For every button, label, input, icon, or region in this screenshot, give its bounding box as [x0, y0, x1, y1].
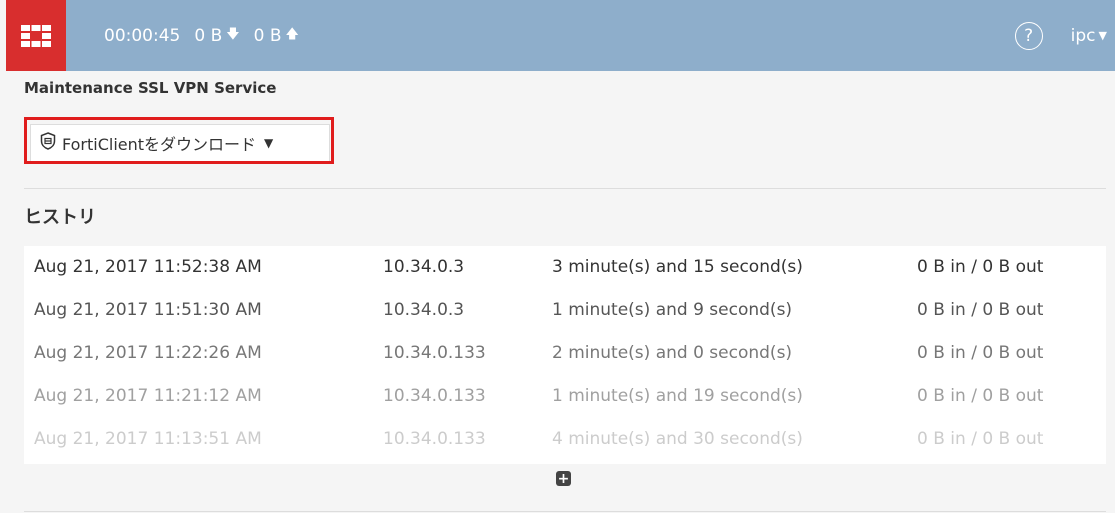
- chevron-down-icon: ▼: [1098, 29, 1107, 42]
- history-ip: 10.34.0.133: [383, 429, 486, 449]
- arrow-down-icon: 🡇: [226, 26, 240, 42]
- history-date: Aug 21, 2017 11:52:38 AM: [34, 257, 262, 277]
- history-traffic: 0 B in / 0 B out: [917, 257, 1044, 277]
- download-label: FortiClientをダウンロード: [62, 135, 257, 154]
- divider: [24, 188, 1106, 189]
- history-date: Aug 21, 2017 11:21:12 AM: [34, 386, 262, 406]
- caret-down-icon: ▼: [264, 136, 274, 150]
- history-traffic: 0 B in / 0 B out: [917, 343, 1044, 363]
- history-row: Aug 21, 2017 11:13:51 AM 10.34.0.133 4 min…: [24, 418, 1106, 461]
- history-duration: 1 minute(s) and 19 second(s): [552, 386, 803, 406]
- shield-icon: [40, 132, 56, 154]
- divider: [24, 511, 1106, 512]
- forticlient-download-button[interactable]: FortiClientをダウンロード ▼: [30, 124, 330, 162]
- history-row: Aug 21, 2017 11:22:26 AM 10.34.0.133 2 min…: [24, 332, 1106, 375]
- history-row: Aug 21, 2017 11:21:12 AM 10.34.0.133 1 min…: [24, 375, 1106, 418]
- history-ip: 10.34.0.3: [383, 257, 465, 277]
- fortinet-logo-icon[interactable]: [6, 0, 66, 71]
- history-title: ヒストリ: [24, 207, 96, 228]
- history-ip: 10.34.0.133: [383, 343, 486, 363]
- arrow-up-icon: 🡅: [285, 26, 299, 42]
- bytes-down-value: 0 B: [194, 25, 223, 46]
- user-name: ipc: [1070, 25, 1096, 46]
- help-icon[interactable]: ?: [1014, 21, 1043, 50]
- user-menu[interactable]: ipc ▼: [1071, 26, 1107, 46]
- history-row: Aug 21, 2017 11:52:38 AM 10.34.0.3 3 minut…: [24, 246, 1106, 289]
- history-duration: 1 minute(s) and 9 second(s): [552, 300, 793, 320]
- expand-plus-icon[interactable]: +: [556, 471, 571, 486]
- history-list: Aug 21, 2017 11:52:38 AM 10.34.0.3 3 minut…: [24, 246, 1106, 464]
- history-ip: 10.34.0.3: [383, 300, 465, 320]
- history-traffic: 0 B in / 0 B out: [917, 300, 1044, 320]
- page-title: Maintenance SSL VPN Service: [24, 79, 277, 97]
- history-date: Aug 21, 2017 11:22:26 AM: [34, 343, 262, 363]
- bytes-up-stat: 0 B 🡅: [254, 25, 299, 47]
- history-traffic: 0 B in / 0 B out: [917, 429, 1044, 449]
- bytes-up-value: 0 B: [253, 25, 282, 46]
- bytes-down-stat: 0 B 🡇: [194, 25, 239, 47]
- history-duration: 2 minute(s) and 0 second(s): [552, 343, 793, 363]
- history-row: Aug 21, 2017 11:51:30 AM 10.34.0.3 1 minut…: [24, 289, 1106, 332]
- history-date: Aug 21, 2017 11:13:51 AM: [34, 429, 262, 449]
- history-ip: 10.34.0.133: [383, 386, 486, 406]
- history-duration: 4 minute(s) and 30 second(s): [552, 429, 803, 449]
- top-bar: 00:00:45 0 B 🡇 0 B 🡅 ? ipc ▼: [6, 0, 1115, 71]
- history-date: Aug 21, 2017 11:51:30 AM: [34, 300, 262, 320]
- history-traffic: 0 B in / 0 B out: [917, 386, 1044, 406]
- history-duration: 3 minute(s) and 15 second(s): [552, 257, 803, 277]
- session-timer: 00:00:45: [104, 25, 181, 46]
